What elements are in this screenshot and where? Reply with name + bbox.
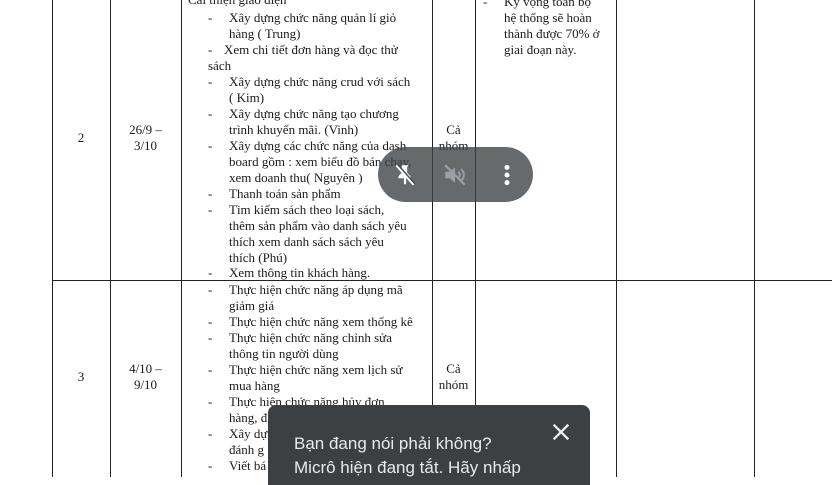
task-line: Tìm kiếm sách theo loại sách, [229, 202, 385, 217]
task-line: thông tin người dùng [229, 346, 339, 361]
mute-audio-button[interactable] [439, 159, 471, 191]
more-options-button[interactable] [491, 159, 523, 191]
time-end: 3/10 [133, 138, 158, 153]
task-line: trình khuyến mãi. (Vinh) [229, 122, 359, 137]
pin-off-icon [395, 163, 416, 186]
table-border [616, 0, 617, 477]
task-line: ( Kim) [229, 90, 265, 105]
task-line: Thực hiện chức năng xem thống kê [229, 314, 413, 329]
table-border [181, 0, 182, 477]
toast-title: Bạn đang nói phải không? [294, 434, 492, 453]
pin-off-button[interactable] [389, 159, 421, 191]
assignee: nhóm [438, 377, 469, 392]
task-line: thêm sản phẩm vào danh sách yêu [229, 218, 407, 233]
task-line: thích xem danh sách sách yêu [229, 234, 384, 249]
floating-call-controls [378, 147, 533, 202]
task-line: Xây dựng chức năng tạo chương [229, 106, 399, 121]
table-border [754, 0, 755, 477]
task-line: Viết bá [229, 458, 267, 473]
task-line: Thực hiện chức năng xem lịch sử [229, 362, 403, 377]
task-line: Xây dự [229, 426, 268, 441]
task-line: Thanh toán sản phẩm [229, 186, 341, 201]
task-line: Xây dựng chức năng quản lí giỏ [229, 10, 397, 25]
task-line: mua hàng [229, 378, 280, 393]
time-start: 26/9 – [129, 122, 162, 137]
task-line: Thực hiện chức năng áp dụng mã [229, 282, 403, 297]
task-line: hàng ( Trung) [229, 26, 301, 41]
task-line: sách [208, 58, 232, 73]
task-line: Cải thiện giao diện [188, 0, 287, 8]
task-line: Thực hiện chức năng chỉnh sửa [229, 330, 393, 345]
assignee: Cả [446, 361, 461, 376]
task-line: xem doanh thu( Nguyên ) [229, 170, 363, 185]
toast-message: Micrô hiện đang tắt. Hãy nhấp [294, 458, 521, 477]
task-line: Xây dựng chức năng crud với sách [229, 74, 411, 89]
time-end: 9/10 [133, 377, 158, 392]
table-border [52, 280, 832, 281]
table-border [52, 0, 53, 477]
task-line: thích (Phú) [229, 250, 288, 265]
task-line: đánh g [229, 442, 265, 457]
close-button[interactable] [548, 419, 574, 445]
row-number: 3 [77, 369, 85, 384]
row-number: 2 [77, 130, 85, 145]
task-line: giảm giá [229, 298, 275, 313]
volume-off-icon [444, 164, 466, 186]
table-border [110, 0, 111, 477]
close-icon [552, 423, 570, 441]
assignee: Cả [446, 122, 461, 137]
mic-muted-toast: Bạn đang nói phải không? Micrô hiện đang… [268, 405, 590, 485]
task-line: Xem chi tiết đơn hàng và đọc thử [224, 42, 398, 57]
time-start: 4/10 – [129, 361, 162, 376]
task-line: hàng, đ [229, 410, 268, 425]
task-line: Xem thông tin khách hàng. [229, 265, 371, 280]
more-vert-icon [504, 164, 510, 186]
task-line: Xây dựng các chức năng của dash [229, 138, 407, 153]
